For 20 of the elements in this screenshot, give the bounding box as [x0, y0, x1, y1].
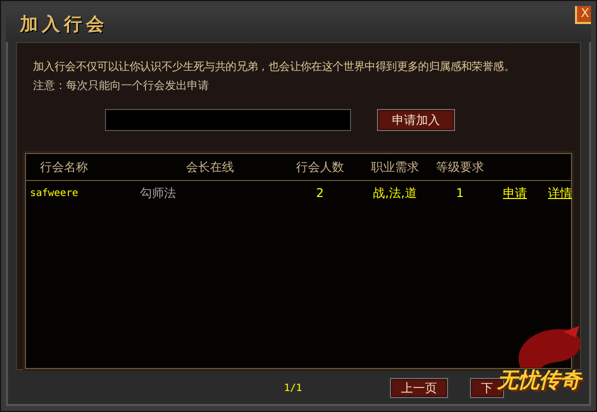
column-header: 会长在线 — [185, 158, 235, 176]
table-cell-text: 1 — [455, 186, 465, 200]
column-header: 职业需求 — [370, 158, 420, 176]
page-indicator: 1/1 — [284, 382, 304, 394]
table-cell-text: 2 — [315, 186, 325, 200]
column-header: 等级要求 — [435, 158, 485, 176]
window-title: 加入行会 — [20, 13, 108, 36]
prev-page-button[interactable]: 上一页 — [390, 378, 448, 398]
note-text: 注意：每次只能向一个行会发出申请 — [33, 78, 210, 93]
apply-join-button[interactable]: 申请加入 — [377, 109, 455, 131]
apply-link[interactable]: 申请 — [490, 184, 540, 202]
close-button[interactable]: X — [575, 6, 591, 24]
table-cell-text: 勾师法 — [140, 184, 177, 202]
table-cell-text: 战,法,道 — [372, 184, 418, 202]
table-cell-text: safweere — [30, 188, 80, 198]
guild-name-field[interactable] — [105, 109, 351, 131]
intro-text: 加入行会不仅可以让你认识不少生死与共的兄弟，也会让你在这个世界中得到更多的归属感和荣誉感。 — [33, 59, 516, 74]
column-header: 行会名称 — [39, 158, 89, 176]
details-link[interactable]: 详情 — [540, 184, 580, 202]
column-header: 行会人数 — [295, 158, 345, 176]
